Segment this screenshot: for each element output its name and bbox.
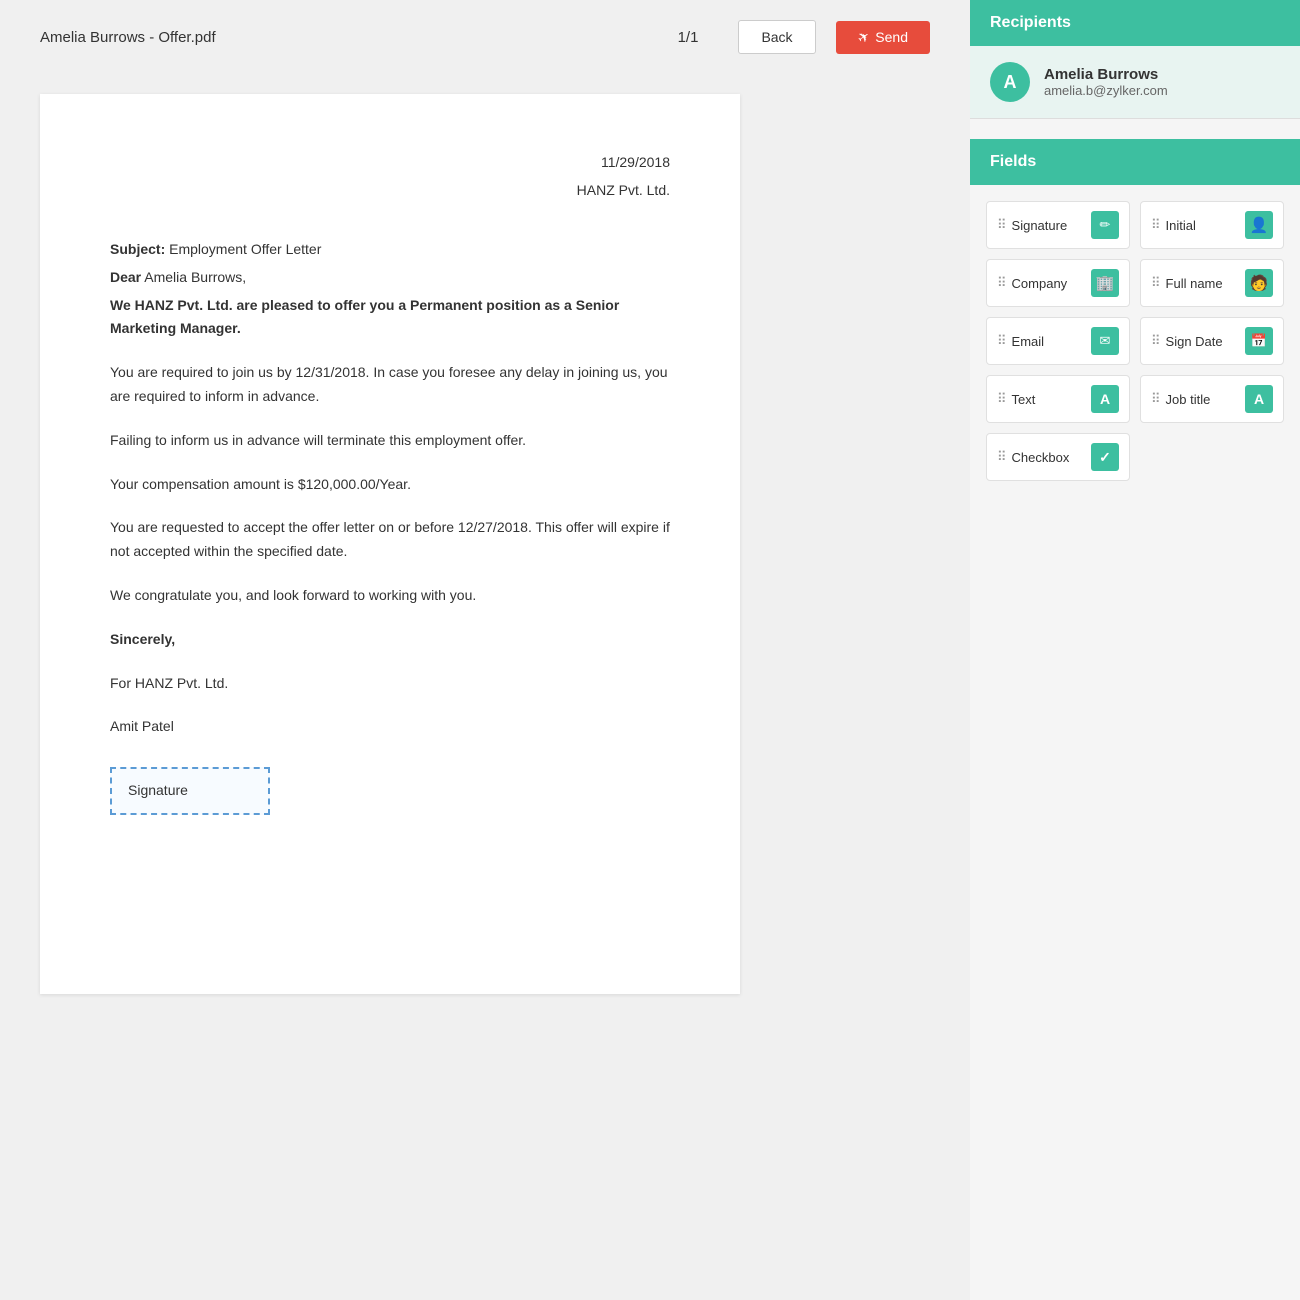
drag-dots-jobtitle: ⠿: [1151, 391, 1160, 407]
sincerely: Sincerely,: [110, 628, 670, 652]
document-company: HANZ Pvt. Ltd.: [110, 182, 670, 198]
dear-text: Amelia Burrows,: [141, 269, 246, 285]
email-field-icon: ✉: [1091, 327, 1119, 355]
toolbar: Amelia Burrows - Offer.pdf 1/1 Back ✈ Se…: [0, 0, 970, 74]
subject-prefix: Subject:: [110, 241, 165, 257]
text-field-icon: A: [1091, 385, 1119, 413]
avatar: A: [990, 62, 1030, 102]
drag-dots-company: ⠿: [997, 275, 1006, 291]
recipient-name: Amelia Burrows: [1044, 66, 1168, 83]
para5: You are requested to accept the offer le…: [110, 516, 670, 564]
document-container: 11/29/2018 HANZ Pvt. Ltd. Subject: Emplo…: [0, 74, 970, 1300]
dear-line: Dear Amelia Burrows,: [110, 266, 670, 290]
field-jobtitle[interactable]: ⠿ Job title A: [1140, 375, 1284, 423]
drag-handle-checkbox: ⠿ Checkbox: [997, 449, 1091, 465]
dear-prefix: Dear: [110, 269, 141, 285]
field-label-checkbox: Checkbox: [1012, 450, 1070, 465]
main-area: Amelia Burrows - Offer.pdf 1/1 Back ✈ Se…: [0, 0, 970, 1300]
signdate-field-icon: 📅: [1245, 327, 1273, 355]
drag-handle-initial: ⠿ Initial: [1151, 217, 1245, 233]
recipient-item[interactable]: A Amelia Burrows amelia.b@zylker.com: [970, 46, 1300, 119]
page-indicator: 1/1: [678, 29, 699, 46]
subject-text: Employment Offer Letter: [165, 241, 321, 257]
field-label-email: Email: [1012, 334, 1045, 349]
drag-handle-fullname: ⠿ Full name: [1151, 275, 1245, 291]
field-label-signature: Signature: [1012, 218, 1068, 233]
checkbox-field-icon: ✓: [1091, 443, 1119, 471]
document-date: 11/29/2018: [110, 154, 670, 170]
document-filename: Amelia Burrows - Offer.pdf: [40, 29, 658, 46]
fields-header: Fields: [970, 139, 1300, 185]
field-label-fullname: Full name: [1166, 276, 1223, 291]
field-label-signdate: Sign Date: [1166, 334, 1223, 349]
fullname-field-icon: 🧑: [1245, 269, 1273, 297]
recipients-header: Recipients: [970, 0, 1300, 46]
recipient-email: amelia.b@zylker.com: [1044, 83, 1168, 98]
drag-handle-email: ⠿ Email: [997, 333, 1091, 349]
signatory: Amit Patel: [110, 715, 670, 739]
drag-dots-fullname: ⠿: [1151, 275, 1160, 291]
signature-field[interactable]: Signature: [110, 767, 270, 815]
field-text[interactable]: ⠿ Text A: [986, 375, 1130, 423]
para4: Your compensation amount is $120,000.00/…: [110, 473, 670, 497]
drag-dots-checkbox: ⠿: [997, 449, 1006, 465]
field-email[interactable]: ⠿ Email ✉: [986, 317, 1130, 365]
field-fullname[interactable]: ⠿ Full name 🧑: [1140, 259, 1284, 307]
drag-dots-initial: ⠿: [1151, 217, 1160, 233]
company-field-icon: 🏢: [1091, 269, 1119, 297]
for-company: For HANZ Pvt. Ltd.: [110, 672, 670, 696]
field-label-initial: Initial: [1166, 218, 1196, 233]
document-body: Subject: Employment Offer Letter Dear Am…: [110, 238, 670, 815]
recipient-info: Amelia Burrows amelia.b@zylker.com: [1044, 66, 1168, 98]
sidebar: Recipients A Amelia Burrows amelia.b@zyl…: [970, 0, 1300, 1300]
drag-dots-signature: ⠿: [997, 217, 1006, 233]
drag-dots-email: ⠿: [997, 333, 1006, 349]
field-company[interactable]: ⠿ Company 🏢: [986, 259, 1130, 307]
signature-field-icon: ✏: [1091, 211, 1119, 239]
drag-handle-signature: ⠿ Signature: [997, 217, 1091, 233]
drag-dots-text: ⠿: [997, 391, 1006, 407]
send-button[interactable]: ✈ Send: [836, 21, 930, 54]
field-signature[interactable]: ⠿ Signature ✏: [986, 201, 1130, 249]
drag-handle-jobtitle: ⠿ Job title: [1151, 391, 1245, 407]
field-checkbox[interactable]: ⠿ Checkbox ✓: [986, 433, 1130, 481]
drag-handle-signdate: ⠿ Sign Date: [1151, 333, 1245, 349]
jobtitle-field-icon: A: [1245, 385, 1273, 413]
field-label-company: Company: [1012, 276, 1068, 291]
field-label-text: Text: [1012, 392, 1036, 407]
back-button[interactable]: Back: [738, 20, 815, 54]
fields-grid: ⠿ Signature ✏ ⠿ Initial 👤 ⠿ Company 🏢 ⠿: [970, 185, 1300, 497]
field-label-jobtitle: Job title: [1166, 392, 1211, 407]
subject-line: Subject: Employment Offer Letter: [110, 238, 670, 262]
para1: We HANZ Pvt. Ltd. are pleased to offer y…: [110, 294, 670, 342]
initial-field-icon: 👤: [1245, 211, 1273, 239]
document: 11/29/2018 HANZ Pvt. Ltd. Subject: Emplo…: [40, 94, 740, 994]
para6: We congratulate you, and look forward to…: [110, 584, 670, 608]
para3: Failing to inform us in advance will ter…: [110, 429, 670, 453]
para2: You are required to join us by 12/31/201…: [110, 361, 670, 409]
drag-handle-company: ⠿ Company: [997, 275, 1091, 291]
drag-handle-text: ⠿ Text: [997, 391, 1091, 407]
send-icon: ✈: [854, 27, 873, 48]
drag-dots-signdate: ⠿: [1151, 333, 1160, 349]
field-signdate[interactable]: ⠿ Sign Date 📅: [1140, 317, 1284, 365]
field-initial[interactable]: ⠿ Initial 👤: [1140, 201, 1284, 249]
